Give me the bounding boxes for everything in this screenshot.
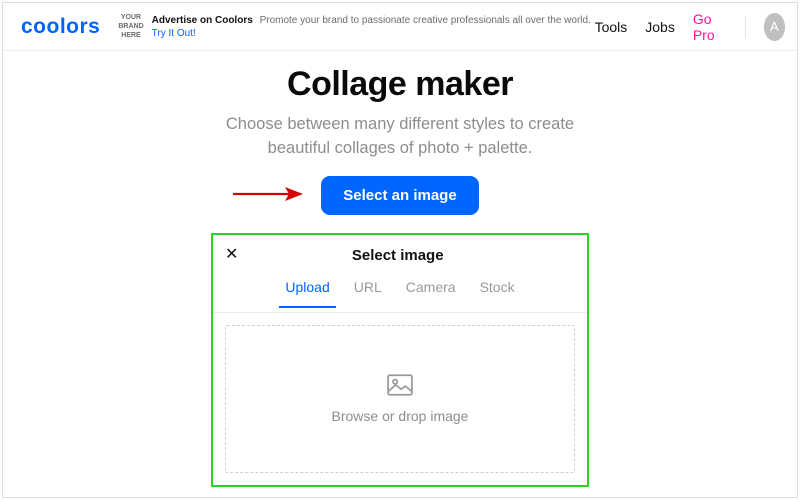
header-ad[interactable]: YOUR BRAND HERE Advertise on Coolors Pro… <box>118 13 594 40</box>
tab-camera[interactable]: Camera <box>404 275 458 307</box>
tab-url[interactable]: URL <box>352 275 384 307</box>
top-nav: Tools Jobs Go Pro A <box>595 11 785 43</box>
avatar[interactable]: A <box>764 13 785 41</box>
tab-upload[interactable]: Upload <box>283 275 331 307</box>
ad-badge: YOUR BRAND HERE <box>118 13 143 40</box>
dropzone-container: Browse or drop image <box>213 313 587 485</box>
select-image-button[interactable]: Select an image <box>321 176 478 215</box>
nav-jobs[interactable]: Jobs <box>645 19 675 35</box>
page-subtitle: Choose between many different styles to … <box>3 112 797 160</box>
app-frame: coolors YOUR BRAND HERE Advertise on Coo… <box>2 2 798 498</box>
nav-tools[interactable]: Tools <box>595 19 628 35</box>
ad-link[interactable]: Try It Out! <box>152 28 196 39</box>
close-icon[interactable]: ✕ <box>225 247 238 263</box>
page-title: Collage maker <box>3 65 797 104</box>
ad-text: Advertise on Coolors Promote your brand … <box>152 14 595 40</box>
nav-go-pro[interactable]: Go Pro <box>693 11 727 43</box>
cta-row: Select an image <box>3 176 797 215</box>
annotation-arrow-icon <box>231 184 303 204</box>
select-image-modal: ✕ Select image Upload URL Camera Stock B… <box>211 233 589 487</box>
hero: Collage maker Choose between many differ… <box>3 51 797 215</box>
dropzone-label: Browse or drop image <box>332 408 469 424</box>
top-header: coolors YOUR BRAND HERE Advertise on Coo… <box>3 3 797 51</box>
nav-divider <box>745 16 746 38</box>
image-icon <box>387 374 413 396</box>
upload-dropzone[interactable]: Browse or drop image <box>225 325 575 473</box>
logo[interactable]: coolors <box>21 15 100 39</box>
modal-header: ✕ Select image <box>213 235 587 275</box>
tab-stock[interactable]: Stock <box>478 275 517 307</box>
modal-tabs: Upload URL Camera Stock <box>213 275 587 313</box>
modal-title: Select image <box>238 247 575 264</box>
